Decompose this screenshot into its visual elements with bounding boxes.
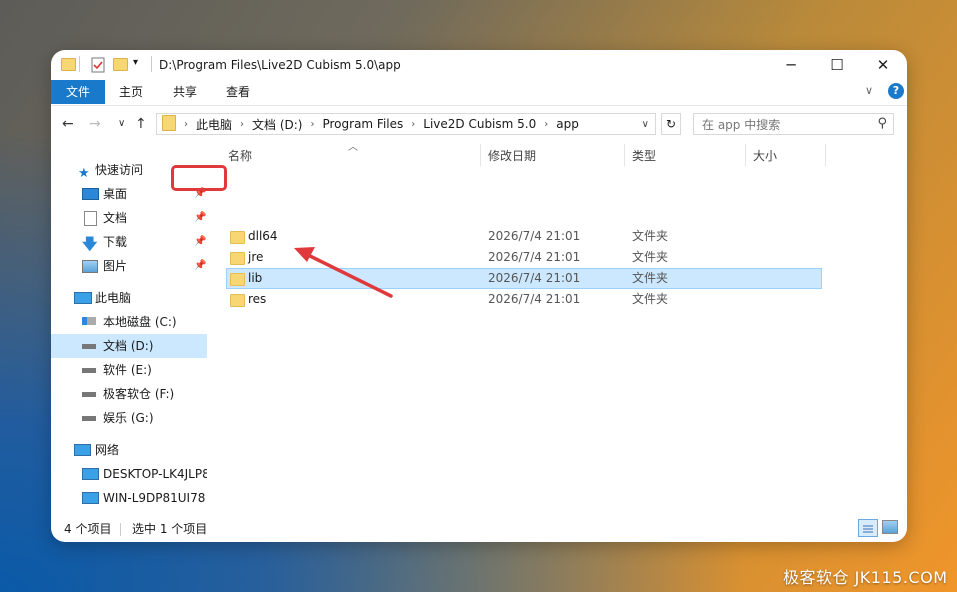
annotation-arrow-icon bbox=[294, 247, 393, 298]
watermark: 极客软仓 JK115.COM bbox=[783, 568, 948, 587]
